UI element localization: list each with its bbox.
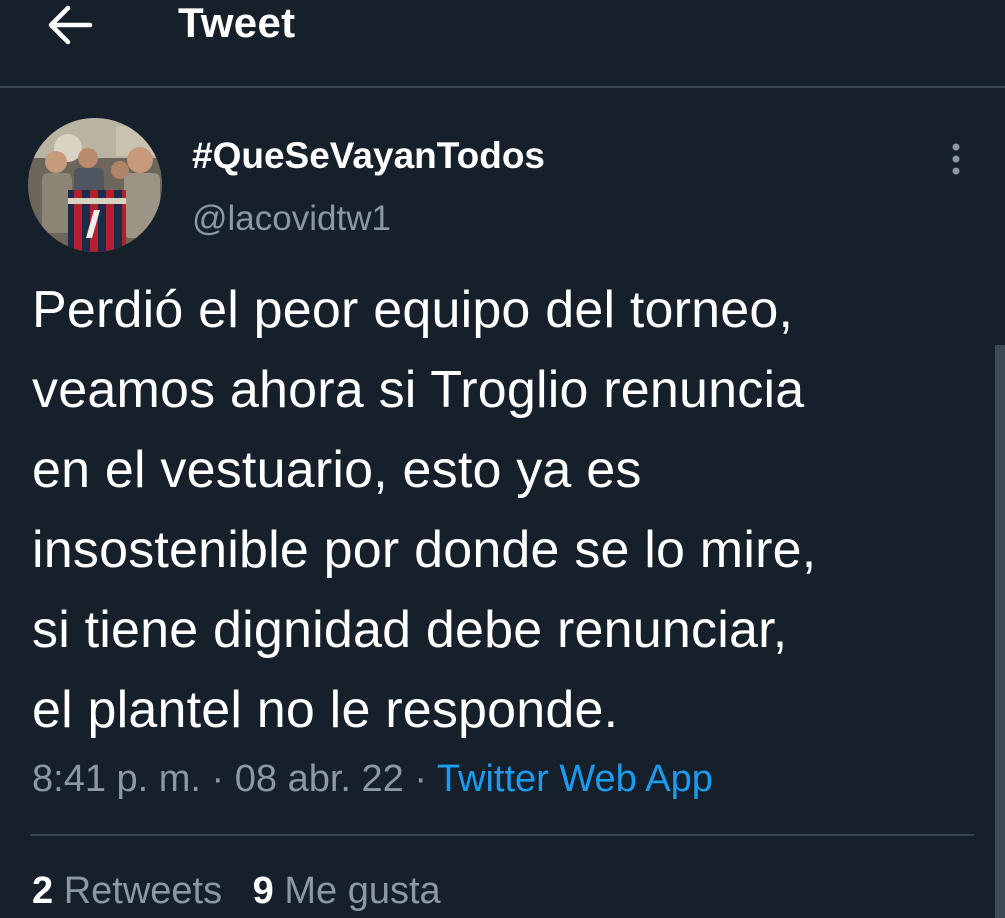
tweet-metadata: 8:41 p. m. · 08 abr. 22 · Twitter Web Ap… (32, 754, 713, 804)
author-display-name[interactable]: #QueSeVayanTodos (192, 134, 545, 178)
divider (30, 834, 974, 836)
likes-count: 9 (252, 870, 274, 912)
back-button[interactable] (44, 2, 96, 48)
page-title: Tweet (178, 0, 296, 46)
more-options-button[interactable] (940, 140, 972, 180)
arrow-left-icon (48, 5, 93, 45)
tweet-time[interactable]: 8:41 p. m. (32, 758, 201, 800)
likes-stat[interactable]: 9 Me gusta (253, 870, 441, 912)
meta-separator: · (414, 758, 428, 800)
retweets-stat[interactable]: 2 Retweets (32, 870, 222, 912)
avatar[interactable] (28, 118, 162, 252)
retweets-label: Retweets (63, 870, 223, 912)
likes-label: Me gusta (284, 870, 441, 912)
tweet-date[interactable]: 08 abr. 22 (235, 758, 404, 800)
retweets-count: 2 (32, 870, 54, 912)
tweet-stats: 2 Retweets 9 Me gusta (32, 864, 441, 918)
tweet-text: Perdió el peor equipo del torneo, veamos… (32, 281, 817, 739)
top-bar: Tweet (0, 0, 1005, 88)
tweet-source-link[interactable]: Twitter Web App (437, 758, 713, 800)
meta-separator: · (211, 758, 225, 800)
scrollbar[interactable] (995, 345, 1005, 918)
author-handle[interactable]: @lacovidtw1 (192, 197, 391, 241)
more-vertical-icon (952, 143, 960, 175)
